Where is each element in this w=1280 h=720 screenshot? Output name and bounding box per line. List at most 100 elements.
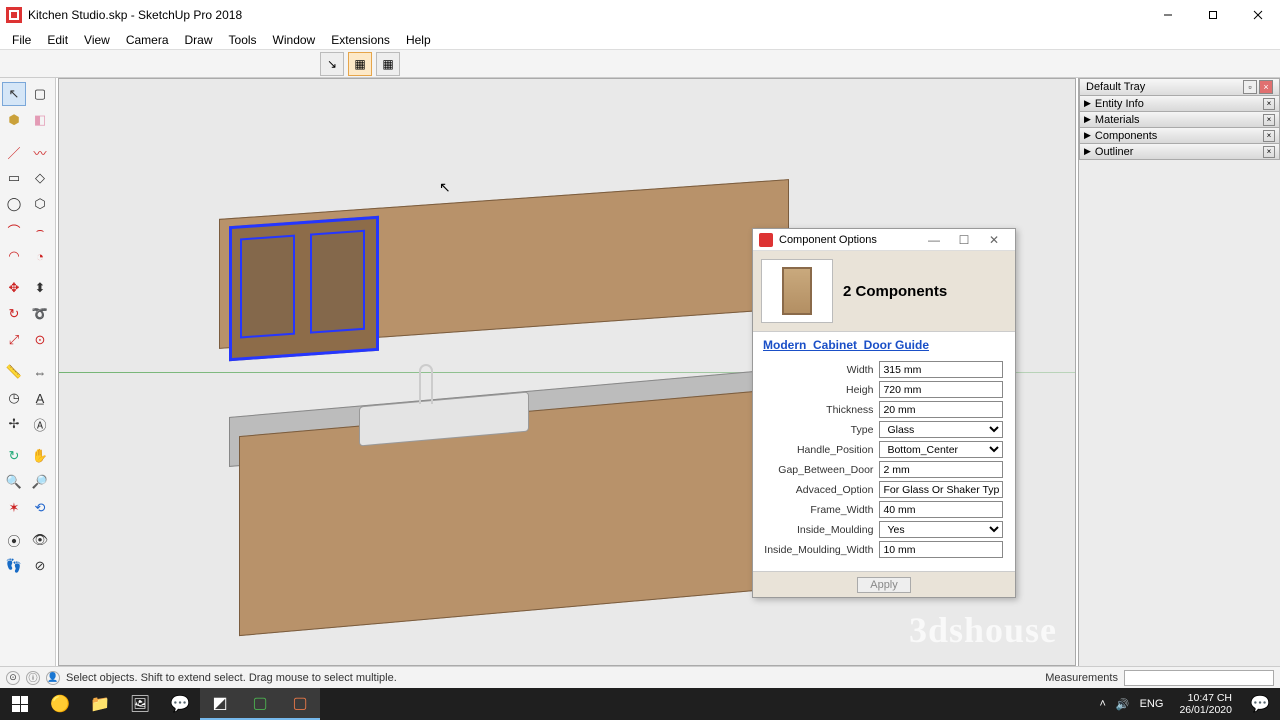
apply-button[interactable]: Apply	[857, 577, 911, 593]
geolocation-icon[interactable]: ⊙	[6, 671, 20, 685]
dialog-titlebar[interactable]: Component Options — ☐ ✕	[753, 229, 1015, 251]
taskbar-app-orange[interactable]: ▢	[280, 688, 320, 720]
field-handle_position[interactable]: Bottom_Center	[879, 441, 1003, 458]
field-inside_moulding_width[interactable]	[879, 541, 1003, 558]
previous-view-tool[interactable]: ⟲	[28, 496, 52, 520]
field-gap_between_door[interactable]	[879, 461, 1003, 478]
zoom-extents-tool[interactable]: ✶	[2, 496, 26, 520]
window-title: Kitchen Studio.skp - SketchUp Pro 2018	[28, 8, 242, 22]
line-tool[interactable]: ／	[2, 140, 26, 164]
taskbar-sketchup[interactable]: ◩	[200, 688, 240, 720]
field-label: Thickness	[761, 401, 879, 418]
taskbar-viber[interactable]: 💬	[160, 688, 200, 720]
taskbar-app-green[interactable]: ▢	[240, 688, 280, 720]
dialog-close-button[interactable]: ✕	[979, 233, 1009, 247]
zoom-tool[interactable]: 🔍	[2, 470, 26, 494]
selected-cabinet-doors[interactable]	[229, 216, 379, 361]
menu-help[interactable]: Help	[398, 31, 439, 49]
paint-bucket-tool[interactable]: ⬢	[2, 108, 26, 132]
ext-tool-1[interactable]: ↘	[320, 52, 344, 76]
system-tray[interactable]: ˄ 🔊 ENG	[1091, 698, 1171, 711]
protractor-tool[interactable]: ◷	[2, 386, 26, 410]
component-guide-link[interactable]: Modern_Cabinet_Door Guide	[763, 338, 929, 352]
panel-close[interactable]: ×	[1263, 130, 1275, 142]
move-tool[interactable]: ✥	[2, 276, 26, 300]
freehand-tool[interactable]: 〰	[28, 140, 52, 164]
menu-camera[interactable]: Camera	[118, 31, 177, 49]
section-plane-tool[interactable]: ⊘	[28, 554, 52, 578]
zoom-window-tool[interactable]: 🔎	[28, 470, 52, 494]
push-pull-tool[interactable]: ⬍	[28, 276, 52, 300]
tray-panel-entity-info[interactable]: ▶Entity Info×	[1079, 96, 1280, 112]
tray-chevron-icon[interactable]: ˄	[1099, 698, 1105, 710]
menu-tools[interactable]: Tools	[221, 31, 265, 49]
taskbar-explorer[interactable]: 📁	[80, 688, 120, 720]
field-width[interactable]	[879, 361, 1003, 378]
menu-file[interactable]: File	[4, 31, 39, 49]
arc-tool[interactable]: ⌒	[2, 218, 26, 242]
window-minimize-button[interactable]	[1145, 0, 1190, 30]
taskbar-notifications[interactable]: 💬	[1240, 688, 1280, 720]
2pt-arc-tool[interactable]: ⌢	[28, 218, 52, 242]
text-tool[interactable]: A̲	[28, 386, 52, 410]
taskbar-clock[interactable]: 10:47 CH 26/01/2020	[1171, 692, 1240, 716]
pan-tool[interactable]: ✋	[28, 444, 52, 468]
field-heigh[interactable]	[879, 381, 1003, 398]
walk-tool[interactable]: 👣	[2, 554, 26, 578]
follow-me-tool[interactable]: ➰	[28, 302, 52, 326]
tape-measure-tool[interactable]: 📏	[2, 360, 26, 384]
3pt-arc-tool[interactable]: ◠	[2, 244, 26, 268]
ext-tool-2[interactable]: ▦	[348, 52, 372, 76]
taskbar-photos[interactable]: 🖼	[120, 688, 160, 720]
dialog-maximize-button[interactable]: ☐	[949, 233, 979, 247]
start-button[interactable]	[0, 688, 40, 720]
axes-tool[interactable]: ✢	[2, 412, 26, 436]
credits-icon[interactable]: ⓘ	[26, 671, 40, 685]
field-inside_moulding[interactable]: Yes	[879, 521, 1003, 538]
tray-header[interactable]: Default Tray ▫ ×	[1079, 78, 1280, 96]
taskbar-chrome[interactable]: 🟡	[40, 688, 80, 720]
dimension-tool[interactable]: ⇔	[28, 360, 52, 384]
3d-text-tool[interactable]: Ⓐ	[28, 412, 52, 436]
make-component-tool[interactable]: ▢	[28, 82, 52, 106]
windows-taskbar: 🟡 📁 🖼 💬 ◩ ▢ ▢ ˄ 🔊 ENG 10:47 CH 26/01/202…	[0, 688, 1280, 720]
tray-volume-icon[interactable]: 🔊	[1116, 698, 1130, 711]
measurements-input[interactable]	[1124, 670, 1274, 686]
field-type[interactable]: Glass	[879, 421, 1003, 438]
orbit-tool[interactable]: ↻	[2, 444, 26, 468]
look-around-tool[interactable]: 👁	[28, 528, 52, 552]
field-advaced_option[interactable]	[879, 481, 1003, 498]
select-tool[interactable]: ↖	[2, 82, 26, 106]
tray-panel-components[interactable]: ▶Components×	[1079, 128, 1280, 144]
polygon-tool[interactable]: ⬡	[28, 192, 52, 216]
pie-tool[interactable]: ◔	[28, 244, 52, 268]
rectangle-tool[interactable]: ▭	[2, 166, 26, 190]
window-maximize-button[interactable]	[1190, 0, 1235, 30]
ext-tool-3[interactable]: ▦	[376, 52, 400, 76]
circle-tool[interactable]: ◯	[2, 192, 26, 216]
position-camera-tool[interactable]: ⦿	[2, 528, 26, 552]
panel-close[interactable]: ×	[1263, 114, 1275, 126]
tray-close-button[interactable]: ×	[1259, 80, 1273, 94]
tray-language[interactable]: ENG	[1140, 698, 1164, 710]
field-frame_width[interactable]	[879, 501, 1003, 518]
window-close-button[interactable]	[1235, 0, 1280, 30]
tray-pin-button[interactable]: ▫	[1243, 80, 1257, 94]
offset-tool[interactable]: ⊙	[28, 328, 52, 352]
tray-panel-materials[interactable]: ▶Materials×	[1079, 112, 1280, 128]
menu-extensions[interactable]: Extensions	[323, 31, 398, 49]
tray-panel-outliner[interactable]: ▶Outliner×	[1079, 144, 1280, 160]
menu-draw[interactable]: Draw	[177, 31, 221, 49]
rotated-rectangle-tool[interactable]: ◇	[28, 166, 52, 190]
panel-close[interactable]: ×	[1263, 98, 1275, 110]
dialog-minimize-button[interactable]: —	[919, 233, 949, 247]
scale-tool[interactable]: ⤢	[2, 328, 26, 352]
eraser-tool[interactable]: ◧	[28, 108, 52, 132]
field-thickness[interactable]	[879, 401, 1003, 418]
claim-credit-icon[interactable]: 👤	[46, 671, 60, 685]
menu-window[interactable]: Window	[265, 31, 324, 49]
menu-view[interactable]: View	[76, 31, 118, 49]
rotate-tool[interactable]: ↻	[2, 302, 26, 326]
menu-edit[interactable]: Edit	[39, 31, 76, 49]
panel-close[interactable]: ×	[1263, 146, 1275, 158]
